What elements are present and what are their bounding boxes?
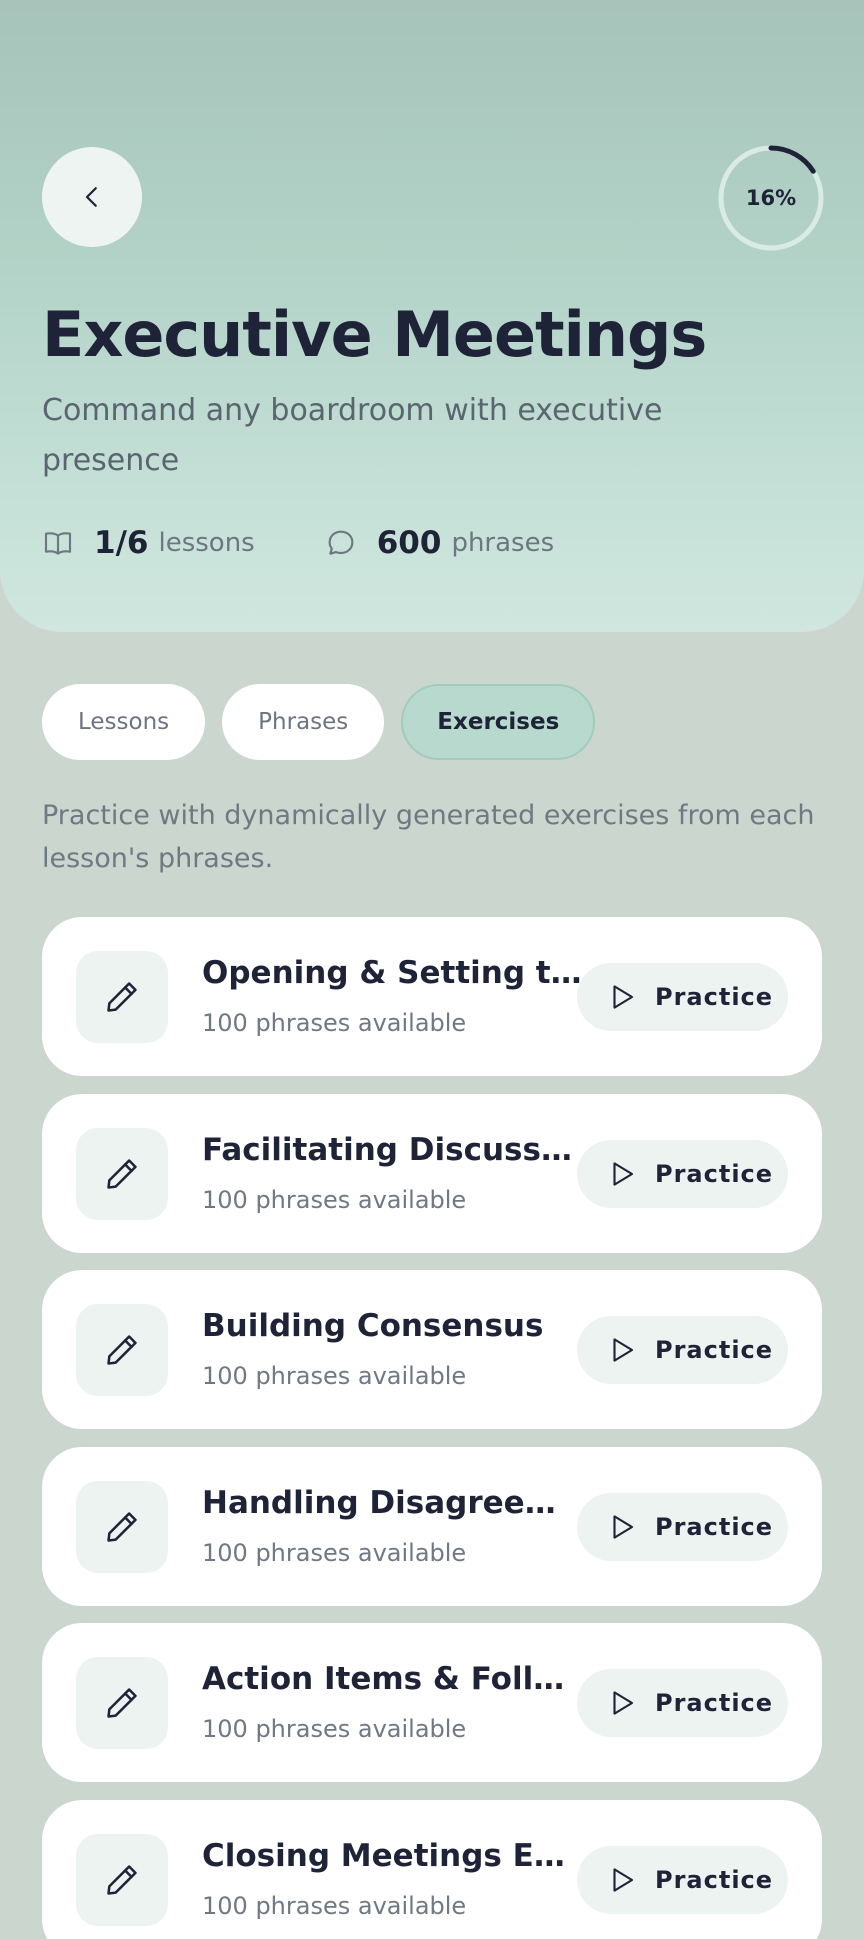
speech-bubble-icon (328, 530, 354, 555)
exercise-subtitle: 100 phrases available (202, 1185, 467, 1214)
practice-button[interactable]: Practice (577, 1139, 788, 1208)
play-icon (613, 1514, 634, 1539)
exercise-icon-box (76, 951, 168, 1043)
exercise-card: Facilitating Discussi... 100 phrases ava… (42, 1093, 822, 1253)
exercise-title: Building Consensus (202, 1308, 544, 1344)
practice-label: Practice (655, 1512, 774, 1541)
play-icon (613, 985, 634, 1009)
practice-button[interactable]: Practice (577, 963, 788, 1031)
progress-percent: 16% (745, 186, 797, 210)
page-subtitle: Command any boardroom with executive pre… (42, 393, 663, 478)
course-stats: 1/6 lessons 600 phrases (42, 520, 624, 566)
exercise-card: Action Items & Follo... 100 phrases avai… (42, 1623, 822, 1782)
practice-button[interactable]: Practice (577, 1492, 788, 1561)
back-button[interactable] (42, 147, 142, 247)
lessons-stat: 1/6 lessons (42, 525, 255, 561)
book-open-icon (44, 532, 72, 555)
exercise-subtitle: 100 phrases available (202, 1362, 467, 1390)
practice-label: Practice (655, 1689, 774, 1717)
practice-label: Practice (655, 1336, 774, 1364)
progress-ring: 16% (716, 143, 826, 253)
chevron-left-icon (85, 187, 97, 207)
course-header: 16% Executive Meetings Command any board… (0, 0, 864, 632)
pencil-icon (107, 1335, 137, 1365)
exercise-title: Opening & Setting th... (202, 955, 582, 991)
lessons-unit: lessons (158, 528, 255, 558)
exercise-title: Action Items & Follo... (202, 1661, 582, 1697)
exercise-subtitle: 100 phrases available (202, 1538, 467, 1567)
exercise-icon-box (76, 1480, 168, 1573)
exercise-title: Facilitating Discussi... (202, 1131, 582, 1168)
exercise-title: Handling Disagreem... (202, 1484, 582, 1521)
pencil-icon (107, 1158, 137, 1189)
practice-button[interactable]: Practice (577, 1845, 788, 1914)
exercise-icon-box (76, 1833, 168, 1926)
exercise-card: Building Consensus 100 phrases available… (42, 1270, 822, 1429)
practice-button[interactable]: Practice (577, 1316, 788, 1384)
exercise-card: Opening & Setting th... 100 phrases avai… (42, 917, 822, 1076)
page-title: Executive Meetings (42, 298, 707, 371)
exercises-description: Practice with dynamically generated exer… (42, 800, 815, 874)
tab-exercises[interactable]: Exercises (401, 684, 596, 760)
exercise-icon-box (76, 1127, 168, 1220)
practice-label: Practice (655, 1865, 774, 1894)
exercise-subtitle: 100 phrases available (202, 1891, 467, 1920)
practice-button[interactable]: Practice (577, 1669, 788, 1737)
exercise-subtitle: 100 phrases available (202, 1009, 467, 1037)
practice-label: Practice (655, 983, 774, 1011)
phrases-count: 600 (376, 525, 442, 561)
play-icon (613, 1338, 634, 1362)
exercise-title: Closing Meetings Eff... (202, 1837, 582, 1874)
pencil-icon (107, 982, 137, 1012)
tab-lessons[interactable]: Lessons (42, 684, 206, 760)
play-icon (613, 1161, 634, 1186)
tab-phrases[interactable]: Phrases (222, 684, 385, 760)
exercise-card: Handling Disagreem... 100 phrases availa… (42, 1446, 822, 1606)
exercise-icon-box (76, 1657, 168, 1749)
phrases-stat: 600 phrases (325, 525, 554, 561)
play-icon (613, 1867, 634, 1892)
exercise-subtitle: 100 phrases available (202, 1715, 467, 1743)
exercise-icon-box (76, 1304, 168, 1396)
pencil-icon (107, 1688, 137, 1718)
pencil-icon (107, 1511, 137, 1542)
section-tabs: Lessons Phrases Exercises (42, 684, 612, 760)
page: 16% Executive Meetings Command any board… (0, 0, 864, 1939)
exercise-list: Opening & Setting th... 100 phrases avai… (42, 917, 822, 1939)
practice-label: Practice (655, 1159, 774, 1188)
pencil-icon (107, 1864, 137, 1895)
exercise-card: Closing Meetings Eff... 100 phrases avai… (42, 1799, 822, 1939)
lessons-count: 1/6 (94, 525, 149, 561)
play-icon (613, 1691, 634, 1715)
phrases-unit: phrases (451, 528, 555, 558)
